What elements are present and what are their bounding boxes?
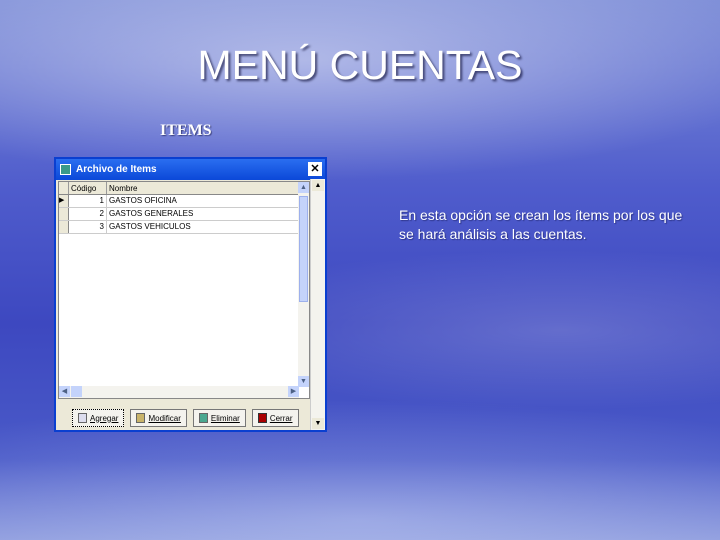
row-selector [59,208,69,220]
app-icon [60,164,71,175]
row-selector-icon: ▶ [59,195,69,207]
close-icon[interactable]: ✕ [308,162,322,176]
delete-icon [198,413,208,423]
delete-button[interactable]: Eliminar [192,409,246,427]
items-grid: Código Nombre ▶ 1 GASTOS OFICINA 2 GASTOS G… [58,181,310,399]
slide-description: En esta opción se crean los ítems por lo… [399,207,683,242]
slide-title: MENÚ CUENTAS [197,42,523,88]
title-bar: Archivo de Items [56,159,325,180]
scroll-left-icon[interactable]: ◀ [59,386,70,397]
edit-document-icon [136,413,146,423]
indicator-header [59,182,69,194]
scroll-down-icon[interactable]: ▼ [298,376,309,387]
document-icon [78,413,87,423]
grid-header: Código Nombre [59,182,309,195]
door-icon [257,413,267,423]
table-row[interactable]: ▶ 1 GASTOS OFICINA [59,195,309,208]
close-label: Cerrar [269,413,293,423]
cell-name: GASTOS VEHICULOS [109,222,191,231]
table-row[interactable]: 2 GASTOS GENERALES [59,208,309,221]
dialog-scrollbar[interactable]: ▲ ▼ [310,179,325,430]
scroll-down-icon[interactable]: ▼ [312,418,324,429]
close-button[interactable]: Cerrar [251,409,299,427]
edit-label: Modificar [148,413,181,423]
cell-code: 1 [69,195,107,207]
column-header-code[interactable]: Código [69,182,107,194]
row-selector [59,221,69,233]
edit-button[interactable]: Modificar [130,409,187,427]
slide-subtitle: ITEMS [160,122,212,139]
cell-code: 2 [69,208,107,220]
items-dialog: Archivo de Items ✕ Código Nombre ▶ 1 GASTO… [54,157,327,432]
delete-label: Eliminar [210,413,240,423]
scroll-up-icon[interactable]: ▲ [312,180,324,191]
scroll-thumb[interactable] [299,196,308,302]
grid-vertical-scrollbar[interactable]: ▲ ▼ [298,182,309,387]
scroll-right-icon[interactable]: ▶ [288,386,299,397]
column-header-name[interactable]: Nombre [107,182,299,194]
scroll-up-icon[interactable]: ▲ [298,182,309,193]
grid-horizontal-scrollbar[interactable]: ◀ ▶ [59,386,299,398]
add-button[interactable]: Agregar [72,409,125,427]
dialog-title: Archivo de Items [76,164,157,175]
scroll-thumb[interactable] [71,386,82,397]
cell-code: 3 [69,221,107,233]
table-row[interactable]: 3 GASTOS VEHICULOS [59,221,309,234]
cell-name: GASTOS GENERALES [109,209,194,218]
add-label: Agregar [90,413,119,423]
cell-name: GASTOS OFICINA [109,196,177,205]
